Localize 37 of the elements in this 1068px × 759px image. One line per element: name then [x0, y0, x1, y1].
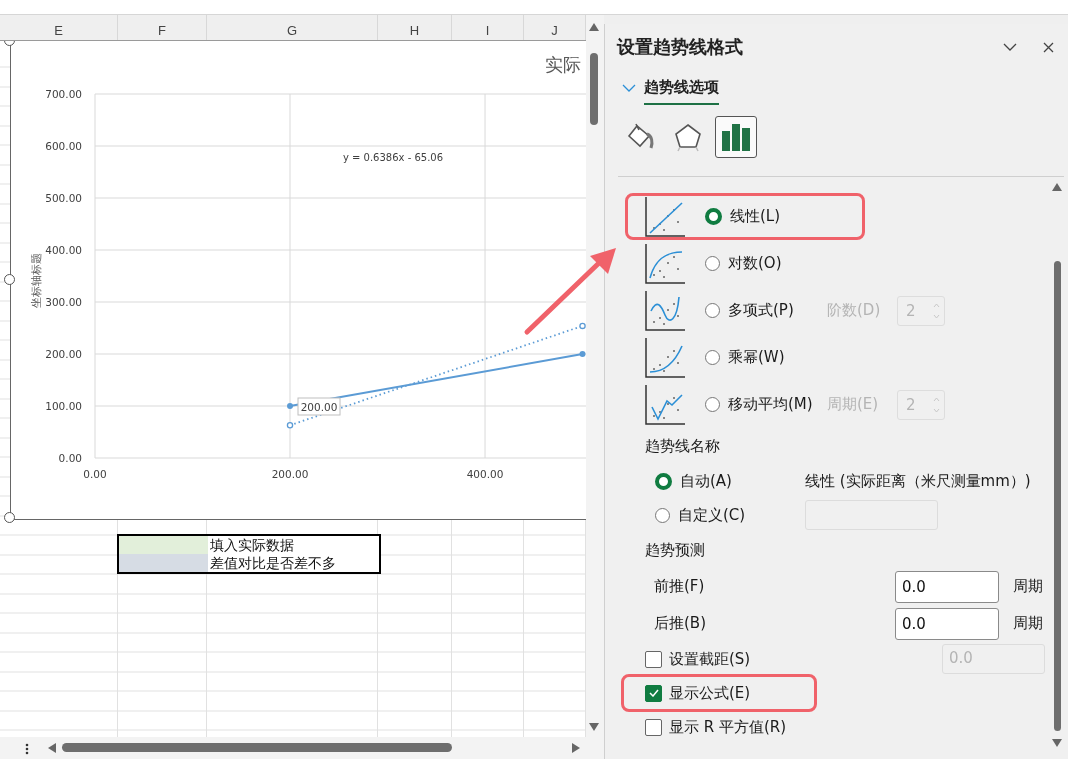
option-label: 设置截距(S)	[669, 649, 751, 669]
y-tick-label: 300.00	[45, 296, 82, 308]
trendline-equation: y = 0.6386x - 65.06	[342, 152, 444, 163]
unit-label: 周期	[1013, 614, 1043, 633]
option-label: 显示 R 平方值(R)	[669, 717, 787, 737]
x-tick-label: 0.00	[83, 468, 107, 480]
field-label: 前推(F)	[654, 577, 706, 596]
y-tick-label: 400.00	[45, 244, 82, 256]
y-tick-label: 600.00	[45, 140, 82, 152]
cell-text: 填入实际数据	[209, 536, 294, 554]
x-tick-label: 200.00	[271, 468, 309, 480]
x-tick-label: 400.00	[466, 468, 504, 480]
option-label: 乘幂(W)	[728, 348, 785, 367]
cell-text: 差值对比是否差不多	[209, 554, 336, 572]
unit-label: 周期	[1013, 577, 1043, 596]
section-heading: 趋势线名称	[645, 435, 721, 457]
option-label: 线性(L)	[730, 207, 781, 226]
y-tick-label: 700.00	[45, 88, 82, 100]
axis-title: 坐标轴标题	[30, 252, 43, 308]
pane-title: 设置趋势线格式	[617, 35, 744, 59]
y-tick-label: 0.00	[58, 452, 82, 464]
y-tick-label: 500.00	[45, 192, 82, 204]
y-tick-label: 200.00	[45, 348, 82, 360]
section-heading: 趋势预测	[645, 539, 706, 561]
chart-title: 实际	[545, 54, 581, 75]
data-label: 200.00	[297, 397, 341, 416]
option-label: 移动平均(M)	[728, 395, 813, 414]
option-label: 多项式(P)	[728, 301, 794, 320]
field-label: 周期(E)	[827, 395, 880, 414]
field-label: 阶数(D)	[827, 301, 882, 320]
field-label: 后推(B)	[654, 614, 707, 633]
option-label: 对数(O)	[728, 254, 782, 273]
option-label: 自动(A)	[680, 471, 732, 491]
y-tick-label: 100.00	[45, 400, 82, 412]
trendline-name: 线性 (实际距离（米尺测量mm）)	[805, 471, 1031, 491]
option-label: 自定义(C)	[678, 505, 746, 525]
option-label: 显示公式(E)	[669, 683, 751, 703]
